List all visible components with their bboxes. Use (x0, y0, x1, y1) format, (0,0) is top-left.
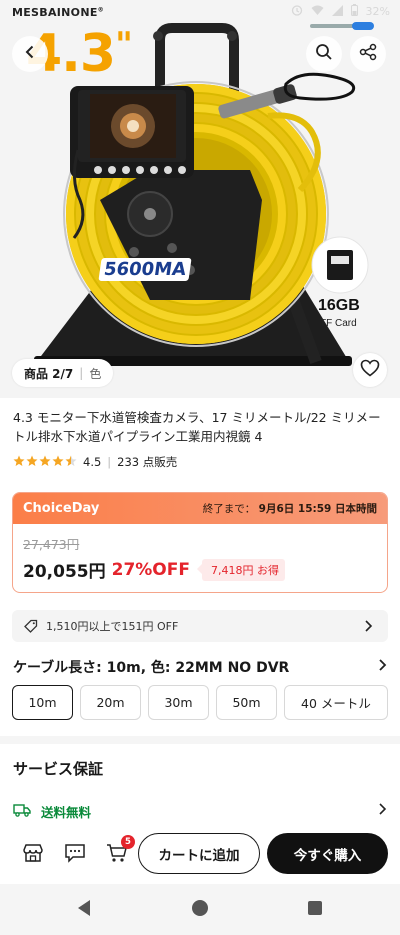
variant-option-30m[interactable]: 30m (148, 685, 209, 720)
promo-name: ChoiceDay (23, 501, 100, 516)
star-icon (26, 455, 38, 470)
store-icon (22, 843, 44, 867)
message-button[interactable] (62, 842, 88, 868)
rating-row[interactable]: 4.5 | 233 点販売 (13, 454, 177, 470)
star-icon (39, 455, 51, 470)
rating-separator: | (107, 455, 112, 469)
share-icon (359, 43, 377, 65)
price-block: 27,473円 20,055円 27%OFF 7,418円 お得 (13, 524, 387, 582)
variant-label: ケーブル長さ: 10m, 色: 22MM NO DVR (13, 660, 290, 676)
wifi-icon (311, 5, 324, 19)
variant-option-40m[interactable]: 40 メートル (284, 685, 388, 720)
variant-option-20m[interactable]: 20m (80, 685, 141, 720)
square-recents-icon (307, 900, 323, 920)
chat-icon (64, 843, 86, 867)
product-image-gallery[interactable]: MESBAINONE® 32% 4.3" 5600MA 16GB TF Card… (0, 0, 400, 398)
promo-end-value: 9月6日 15:59 日本時間 (258, 503, 377, 515)
status-bar: MESBAINONE® 32% (0, 0, 400, 26)
star-icon (52, 455, 64, 470)
search-icon (315, 43, 333, 65)
buy-now-button[interactable]: 今すぐ購入 (267, 833, 388, 874)
promo-end-time: 終了まで： 9月6日 15:59 日本時間 (203, 501, 377, 516)
section-divider (0, 736, 400, 744)
wishlist-button[interactable] (353, 353, 387, 387)
free-shipping-row[interactable]: 送料無料 (13, 802, 388, 821)
chevron-right-icon (376, 658, 388, 676)
brand-logo: MESBAINONE® (12, 6, 104, 19)
back-button[interactable] (12, 36, 48, 72)
status-icons: 32% (291, 4, 390, 19)
truck-icon (13, 803, 31, 820)
triangle-back-icon (76, 899, 92, 921)
variant-options: 10m 20m 30m 50m 40 メートル (12, 685, 388, 720)
color-tab[interactable]: 色 (89, 365, 101, 382)
chevron-right-icon (376, 802, 388, 819)
star-half-icon (65, 455, 77, 470)
card-type-label: TF Card (320, 318, 357, 329)
pill-separator: | (79, 366, 84, 380)
store-button[interactable] (20, 842, 46, 868)
card-size-label: 16GB (318, 297, 360, 314)
battery-icon (350, 4, 358, 19)
service-title: サービス保証 (13, 760, 104, 778)
chevron-left-icon (22, 44, 38, 64)
brand-registered-mark: ® (97, 6, 104, 14)
search-button[interactable] (306, 36, 342, 72)
signal-icon (331, 4, 343, 19)
savings-badge: 7,418円 お得 (196, 558, 285, 581)
product-title[interactable]: 4.3 モニター下水道管検査カメラ、17 ミリメートル/22 ミリメートル排水下… (13, 408, 391, 446)
image-counter: 商品 2/7 (24, 366, 74, 381)
price-row: 20,055円 27%OFF 7,418円 お得 (23, 557, 377, 582)
variant-selector-header[interactable]: ケーブル長さ: 10m, 色: 22MM NO DVR (13, 657, 388, 677)
brand-text: MESBAINONE (12, 6, 98, 19)
variant-option-10m[interactable]: 10m (12, 685, 73, 720)
nav-recents-button[interactable] (306, 901, 324, 919)
nav-home-button[interactable] (191, 899, 209, 921)
add-to-cart-button[interactable]: カートに追加 (138, 833, 260, 874)
free-shipping-text: 送料無料 (41, 805, 92, 820)
chevron-right-icon (362, 619, 374, 636)
tag-icon (24, 619, 38, 633)
circle-home-icon (191, 899, 209, 921)
discount-percent: 27%OFF (111, 559, 190, 580)
sale-price: 20,055円 (23, 562, 106, 582)
rating-value: 4.5 (83, 455, 102, 469)
cart-count-badge: 5 (121, 835, 135, 849)
star-rating (13, 455, 77, 470)
star-icon (13, 455, 25, 470)
original-price: 27,473円 (23, 537, 80, 552)
bottom-action-bar: 5 カートに追加 今すぐ購入 (0, 826, 400, 884)
battery-percent: 32% (365, 5, 390, 18)
nav-back-button[interactable] (75, 899, 93, 921)
coupon-row[interactable]: 1,510円以上で151円 OFF (12, 610, 388, 642)
heart-icon (360, 359, 380, 381)
system-navigation-bar (0, 884, 400, 935)
promo-header: ChoiceDay 終了まで： 9月6日 15:59 日本時間 (13, 493, 387, 524)
battery-capacity-label: 5600MA (98, 258, 192, 281)
sold-count: 233 点販売 (117, 455, 178, 469)
screen-size-inch-mark: " (115, 25, 133, 65)
share-button[interactable] (350, 36, 386, 72)
alarm-icon (291, 4, 303, 19)
image-counter-pill[interactable]: 商品 2/7 | 色 (12, 359, 114, 387)
coupon-text: 1,510円以上で151円 OFF (46, 620, 179, 633)
promo-end-label: 終了まで： (202, 503, 256, 515)
promo-price-card[interactable]: ChoiceDay 終了まで： 9月6日 15:59 日本時間 27,473円 … (12, 492, 388, 593)
variant-option-50m[interactable]: 50m (216, 685, 277, 720)
